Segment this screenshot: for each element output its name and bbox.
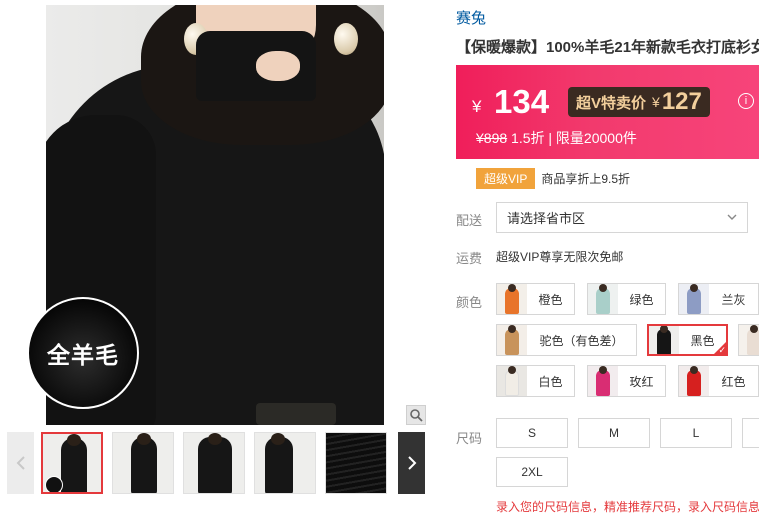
color-swatch [679, 284, 709, 314]
vip-price-label: 超V特卖价 [576, 94, 647, 112]
vip-price: 127 [661, 88, 702, 115]
original-price: ¥898 [476, 130, 508, 146]
thumbnail-3[interactable] [183, 432, 245, 494]
thumbnail-4[interactable] [254, 432, 316, 494]
size-option-xl[interactable] [742, 418, 759, 448]
color-swatch [649, 326, 679, 354]
size-label: 尺码 [456, 431, 483, 446]
product-gallery: 全羊毛 [0, 0, 440, 509]
price-banner: ¥ 134 超V特卖价 ¥ 127 i ¥898 1.5折 | 限量20000件 [456, 65, 759, 159]
delivery-placeholder: 请选择省市区 [507, 211, 586, 226]
color-swatch [588, 366, 618, 396]
color-swatch [497, 284, 527, 314]
color-option-white[interactable]: 白色 [496, 365, 575, 397]
price-sub: ¥898 1.5折 | 限量20000件 [476, 128, 637, 148]
size-info-link[interactable]: 录入您的尺码信息，精准推荐尺码，录入尺码信息 [496, 498, 759, 515]
color-option-blue-grey[interactable]: 兰灰 [678, 283, 759, 315]
chevron-right-icon [407, 456, 416, 470]
color-swatch [679, 366, 709, 396]
discount-text: 1.5折 | 限量20000件 [511, 130, 637, 146]
color-swatch [739, 325, 759, 355]
delivery-label: 配送 [456, 213, 483, 228]
color-option-more[interactable] [738, 324, 759, 356]
wool-badge: 全羊毛 [27, 297, 139, 409]
size-option-m[interactable]: M [578, 418, 650, 448]
thumbnail-5[interactable] [325, 432, 387, 494]
thumbnail-1[interactable] [41, 432, 103, 494]
info-icon[interactable]: i [738, 93, 754, 109]
freight-label: 运费 [456, 251, 483, 266]
thumbnail-next-button[interactable] [398, 432, 425, 494]
vip-discount-note: 超级VIP 商品享折上9.5折 [476, 168, 630, 189]
chevron-left-icon [16, 456, 25, 470]
product-title: 【保暖爆款】100%羊毛21年新款毛衣打底衫女款高领 [456, 39, 759, 56]
color-option-red[interactable]: 红色 [678, 365, 759, 397]
color-swatch [497, 366, 527, 396]
color-label: 颜色 [456, 295, 483, 310]
vip-currency-symbol: ¥ [652, 94, 660, 110]
thumbnail-2[interactable] [112, 432, 174, 494]
color-option-rose-red[interactable]: 玫红 [587, 365, 666, 397]
color-option-orange[interactable]: 橙色 [496, 283, 575, 315]
color-swatch [588, 284, 618, 314]
size-option-2xl[interactable]: 2XL [496, 457, 568, 487]
color-option-black[interactable]: 黑色 ✓ [647, 324, 728, 356]
zoom-icon[interactable] [406, 405, 426, 425]
wool-badge-text: 全羊毛 [47, 342, 119, 368]
current-price: 134 [494, 83, 550, 120]
super-vip-badge[interactable]: 超级VIP [476, 168, 536, 189]
chevron-down-icon [727, 214, 737, 220]
size-option-l[interactable]: L [660, 418, 732, 448]
color-swatch [497, 325, 527, 355]
currency-symbol: ¥ [472, 97, 482, 116]
vip-price-tag: 超V特卖价 ¥ 127 [568, 87, 710, 117]
vip-note-text: 商品享折上9.5折 [541, 172, 631, 186]
color-option-camel[interactable]: 驼色（有色差） [496, 324, 637, 356]
freight-text: 超级VIP尊享无限次免邮 [496, 250, 624, 264]
color-option-green[interactable]: 绿色 [587, 283, 666, 315]
thumbnail-prev-button[interactable] [7, 432, 34, 494]
size-option-s[interactable]: S [496, 418, 568, 448]
shop-name-link[interactable]: 赛兔 [456, 7, 486, 28]
selected-check-icon: ✓ [713, 341, 726, 354]
delivery-region-select[interactable]: 请选择省市区 [496, 202, 748, 233]
